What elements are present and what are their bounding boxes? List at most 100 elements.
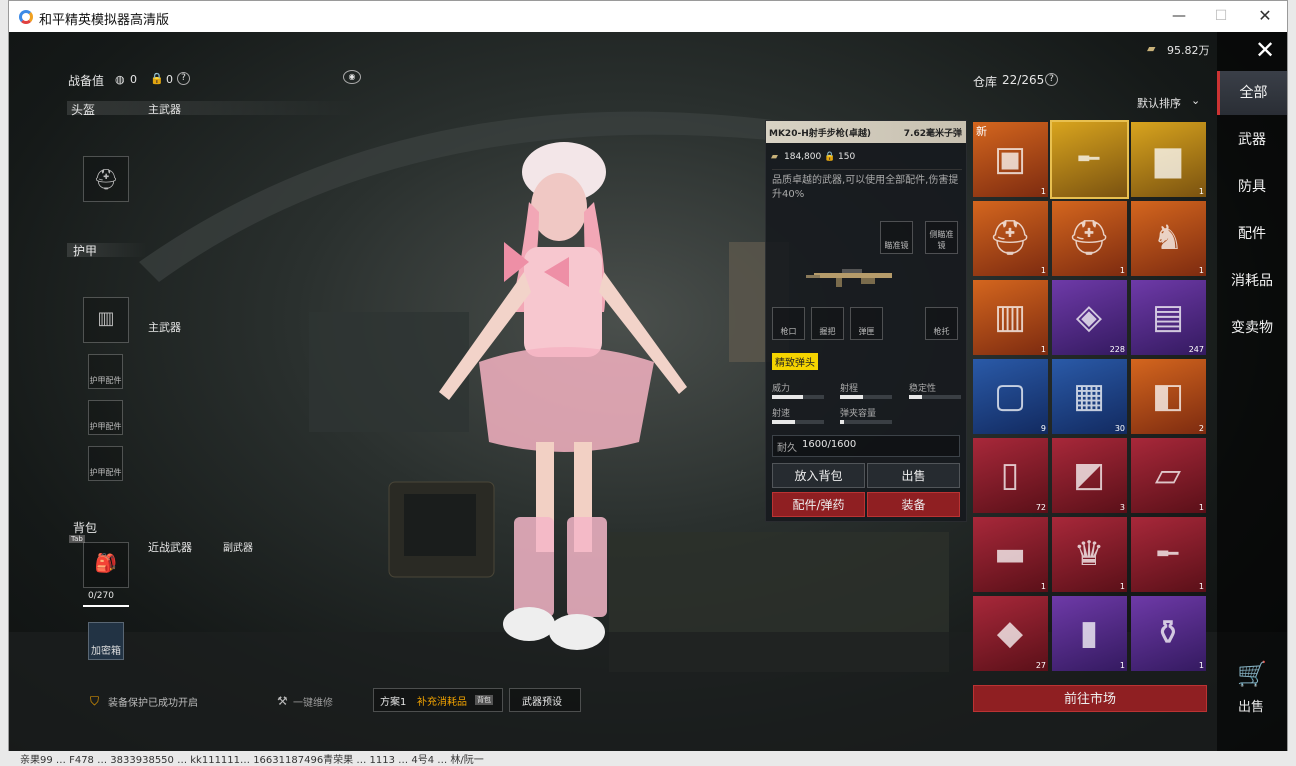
- cart-icon[interactable]: 🛒: [1237, 660, 1267, 688]
- go-to-market-button[interactable]: 前往市场: [973, 685, 1207, 712]
- gold-card-icon: ◧: [1151, 376, 1185, 416]
- title-bar: 和平精英模拟器高清版 — ☐ ✕: [9, 1, 1287, 32]
- stat-bar: [909, 395, 961, 399]
- close-panel-icon[interactable]: ✕: [1255, 36, 1275, 64]
- lock-value: 0: [166, 73, 173, 86]
- armor-part-slot-3[interactable]: 护甲配件: [88, 446, 123, 481]
- window-title: 和平精英模拟器高清版: [39, 13, 170, 28]
- inventory-item-passport[interactable]: ▮ 1: [1052, 596, 1127, 671]
- helmet-label: 头盔: [71, 103, 96, 117]
- currency-value: 95.82万: [1167, 44, 1210, 57]
- help-icon[interactable]: ?: [177, 72, 190, 85]
- item-count: 1: [1198, 266, 1204, 275]
- tab-0[interactable]: 全部: [1217, 71, 1287, 115]
- inventory-item-helmet[interactable]: ⛑ 1: [973, 201, 1048, 276]
- app-window: 和平精英模拟器高清版 — ☐ ✕ 战备值 ◍ 0 🔒 0 ? ◉ 头盔 主武器: [8, 0, 1288, 751]
- capacity-bar: [83, 605, 129, 607]
- rifle-icon: ╾: [1078, 139, 1100, 179]
- slot-grip[interactable]: 握把: [811, 307, 844, 340]
- supply-crate-icon: ▣: [993, 139, 1027, 179]
- inventory-item-ammo-box[interactable]: ▤ 247: [1131, 280, 1206, 355]
- item-count: 1: [1040, 266, 1046, 275]
- eye-icon[interactable]: ◉: [343, 70, 361, 84]
- slot-magazine[interactable]: 弹匣: [850, 307, 883, 340]
- item-count: 9: [1040, 424, 1046, 433]
- chevron-down-icon[interactable]: ⌄: [1191, 94, 1200, 107]
- inventory-item-metal-case[interactable]: ▦ 30: [1052, 359, 1127, 434]
- ticket-icon: ◈: [1075, 297, 1103, 337]
- inventory-item-ticket[interactable]: ◈ 228: [1052, 280, 1127, 355]
- sort-dropdown[interactable]: 默认排序: [1137, 95, 1181, 111]
- item-count: 1: [1119, 582, 1125, 591]
- bottle-icon: ⚱: [1153, 613, 1183, 653]
- price-icon: ▰: [771, 152, 778, 162]
- storage-help-icon[interactable]: ?: [1045, 73, 1058, 86]
- repair-icon: ⚒: [277, 694, 288, 708]
- slot-scope[interactable]: 瞄准镜: [880, 221, 913, 254]
- inventory-item-trophy[interactable]: ♛ 1: [1052, 517, 1127, 592]
- vest-icon: ▥: [993, 297, 1027, 337]
- gun-icon: ╾: [1157, 534, 1179, 574]
- protect-status-text: 装备保护已成功开启: [108, 698, 198, 709]
- tab-5[interactable]: 变卖物: [1217, 306, 1287, 350]
- equip-button[interactable]: 装备: [867, 492, 960, 517]
- item-count: 1: [1040, 582, 1046, 591]
- encrypt-box-slot[interactable]: 加密箱: [88, 622, 124, 660]
- item-count: 1: [1040, 187, 1046, 196]
- gold-bar-icon: ▬: [993, 534, 1027, 574]
- backpack-slot[interactable]: 🎒: [83, 542, 129, 588]
- stat-bar: [840, 395, 892, 399]
- inventory-item-book[interactable]: ▯ 72: [973, 438, 1048, 513]
- plan-label[interactable]: 方案1: [380, 693, 406, 708]
- slot-muzzle[interactable]: 枪口: [772, 307, 805, 340]
- item-name: MK20-H射手步枪(卓越): [769, 129, 871, 139]
- secondary-label: 副武器: [223, 543, 253, 554]
- inventory-item-diamonds[interactable]: ◆ 27: [973, 596, 1048, 671]
- supply-button[interactable]: 补充消耗品: [417, 693, 467, 708]
- item-count: 30: [1114, 424, 1125, 433]
- inventory-item-gun[interactable]: ╾ 1: [1131, 517, 1206, 592]
- maximize-button[interactable]: ☐: [1209, 5, 1233, 27]
- inventory-item-vest[interactable]: ▥ 1: [973, 280, 1048, 355]
- main-weapon-label: 主武器: [148, 103, 181, 116]
- durability-value: 1600/1600: [802, 439, 857, 450]
- inventory-item-rifle[interactable]: ╾: [1050, 120, 1129, 199]
- storage-count: 22/265: [1002, 73, 1045, 87]
- repair-button[interactable]: 一键维修: [293, 694, 333, 709]
- tab-1[interactable]: 武器: [1217, 118, 1287, 162]
- inventory-item-bottle[interactable]: ⚱ 1: [1131, 596, 1206, 671]
- armor-part-slot-2[interactable]: 护甲配件: [88, 400, 123, 435]
- tab-4[interactable]: 消耗品: [1217, 259, 1287, 303]
- inventory-item-helmet[interactable]: ⛑ 1: [1052, 201, 1127, 276]
- slot-side-scope[interactable]: 侧瞄准镜: [925, 221, 958, 254]
- slot-stock[interactable]: 枪托: [925, 307, 958, 340]
- sell-tab-label[interactable]: 出售: [1238, 696, 1264, 715]
- stat-bar: [772, 395, 824, 399]
- inventory-item-silver-case[interactable]: ▢ 9: [973, 359, 1048, 434]
- helmet-header: [67, 101, 357, 115]
- helmet-slot[interactable]: ⛑: [83, 156, 129, 202]
- inventory-item-backpack[interactable]: ▆ 1: [1131, 122, 1206, 197]
- armor-part-slot-1[interactable]: 护甲配件: [88, 354, 123, 389]
- tab-2[interactable]: 防具: [1217, 165, 1287, 209]
- armor-suit-icon: ♞: [1152, 218, 1184, 258]
- item-count: 247: [1188, 345, 1204, 354]
- armor-slot[interactable]: ▥: [83, 297, 129, 343]
- put-in-backpack-button[interactable]: 放入背包: [772, 463, 865, 488]
- backpack-label: 背包: [73, 521, 98, 535]
- minimize-button[interactable]: —: [1167, 5, 1191, 27]
- item-count: 2: [1198, 424, 1204, 433]
- sell-button[interactable]: 出售: [867, 463, 960, 488]
- inventory-item-gold-card[interactable]: ◧ 2: [1131, 359, 1206, 434]
- tab-3[interactable]: 配件: [1217, 212, 1287, 256]
- metal-case-icon: ▦: [1072, 376, 1106, 416]
- backpack-capacity: 0/270: [88, 591, 114, 601]
- inventory-item-map[interactable]: ▱ 1: [1131, 438, 1206, 513]
- ammo-tag: 精致弹头: [772, 353, 818, 370]
- inventory-item-gold-bar[interactable]: ▬ 1: [973, 517, 1048, 592]
- inventory-item-armor-suit[interactable]: ♞ 1: [1131, 201, 1206, 276]
- parts-ammo-button[interactable]: 配件/弹药: [772, 492, 865, 517]
- inventory-item-supply-crate[interactable]: ▣ 1 新: [973, 122, 1048, 197]
- close-button[interactable]: ✕: [1253, 5, 1277, 27]
- inventory-item-blue-card[interactable]: ◩ 3: [1052, 438, 1127, 513]
